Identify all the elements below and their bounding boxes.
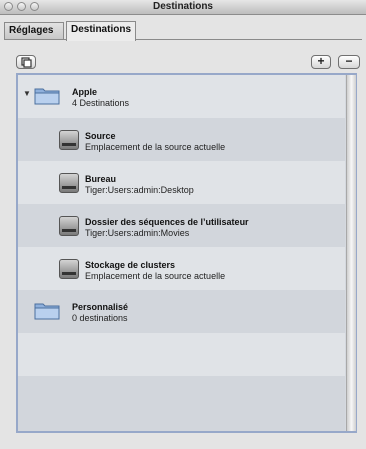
destination-name: Bureau (85, 174, 117, 184)
group-count: 0 destinations (72, 313, 128, 323)
destination-row[interactable]: Stockage de clusters Emplacement de la s… (18, 247, 345, 290)
tab-reglages[interactable]: Réglages (4, 22, 64, 40)
hard-drive-icon (59, 173, 79, 193)
empty-row (18, 333, 345, 376)
destinations-window: Destinations Réglages Destinations + − ▼… (0, 0, 366, 449)
duplicate-icon (21, 57, 32, 68)
destinations-rows: ▼ Apple 4 Destinations Source Emplacemen… (18, 75, 345, 431)
destination-row[interactable]: Dossier des séquences de l’utilisateur T… (18, 204, 345, 247)
destination-name: Source (85, 131, 116, 141)
destination-location: Emplacement de la source actuelle (85, 142, 226, 152)
folder-icon (34, 303, 60, 320)
destination-row[interactable]: Source Emplacement de la source actuelle (18, 118, 345, 161)
destination-location: Tiger:Users:admin:Desktop (85, 185, 194, 195)
empty-row (18, 376, 345, 431)
hard-drive-icon (59, 130, 79, 150)
destination-name: Dossier des séquences de l’utilisateur (85, 217, 249, 227)
title-bar[interactable]: Destinations (0, 0, 366, 15)
folder-icon (34, 88, 60, 105)
destination-location: Emplacement de la source actuelle (85, 271, 226, 281)
window-title: Destinations (152, 1, 213, 12)
destinations-list[interactable]: ▼ Apple 4 Destinations Source Emplacemen… (16, 73, 357, 433)
group-name: Apple (72, 87, 98, 97)
group-row-apple[interactable]: ▼ Apple 4 Destinations (18, 75, 345, 118)
tab-destinations[interactable]: Destinations (66, 21, 136, 41)
add-destination-button[interactable]: + (311, 55, 331, 69)
remove-destination-button[interactable]: − (338, 55, 360, 69)
hard-drive-icon (59, 259, 79, 279)
group-row-personnalise[interactable]: Personnalisé 0 destinations (18, 290, 345, 333)
destination-location: Tiger:Users:admin:Movies (85, 228, 190, 238)
destination-name: Stockage de clusters (85, 260, 176, 270)
group-count: 4 Destinations (72, 98, 130, 108)
destination-row[interactable]: Bureau Tiger:Users:admin:Desktop (18, 161, 345, 204)
hard-drive-icon (59, 216, 79, 236)
duplicate-button[interactable] (16, 55, 36, 69)
tab-divider (4, 39, 362, 40)
group-name: Personnalisé (72, 302, 129, 312)
disclosure-triangle-icon[interactable]: ▼ (23, 89, 31, 98)
vertical-scrollbar[interactable] (346, 75, 356, 431)
